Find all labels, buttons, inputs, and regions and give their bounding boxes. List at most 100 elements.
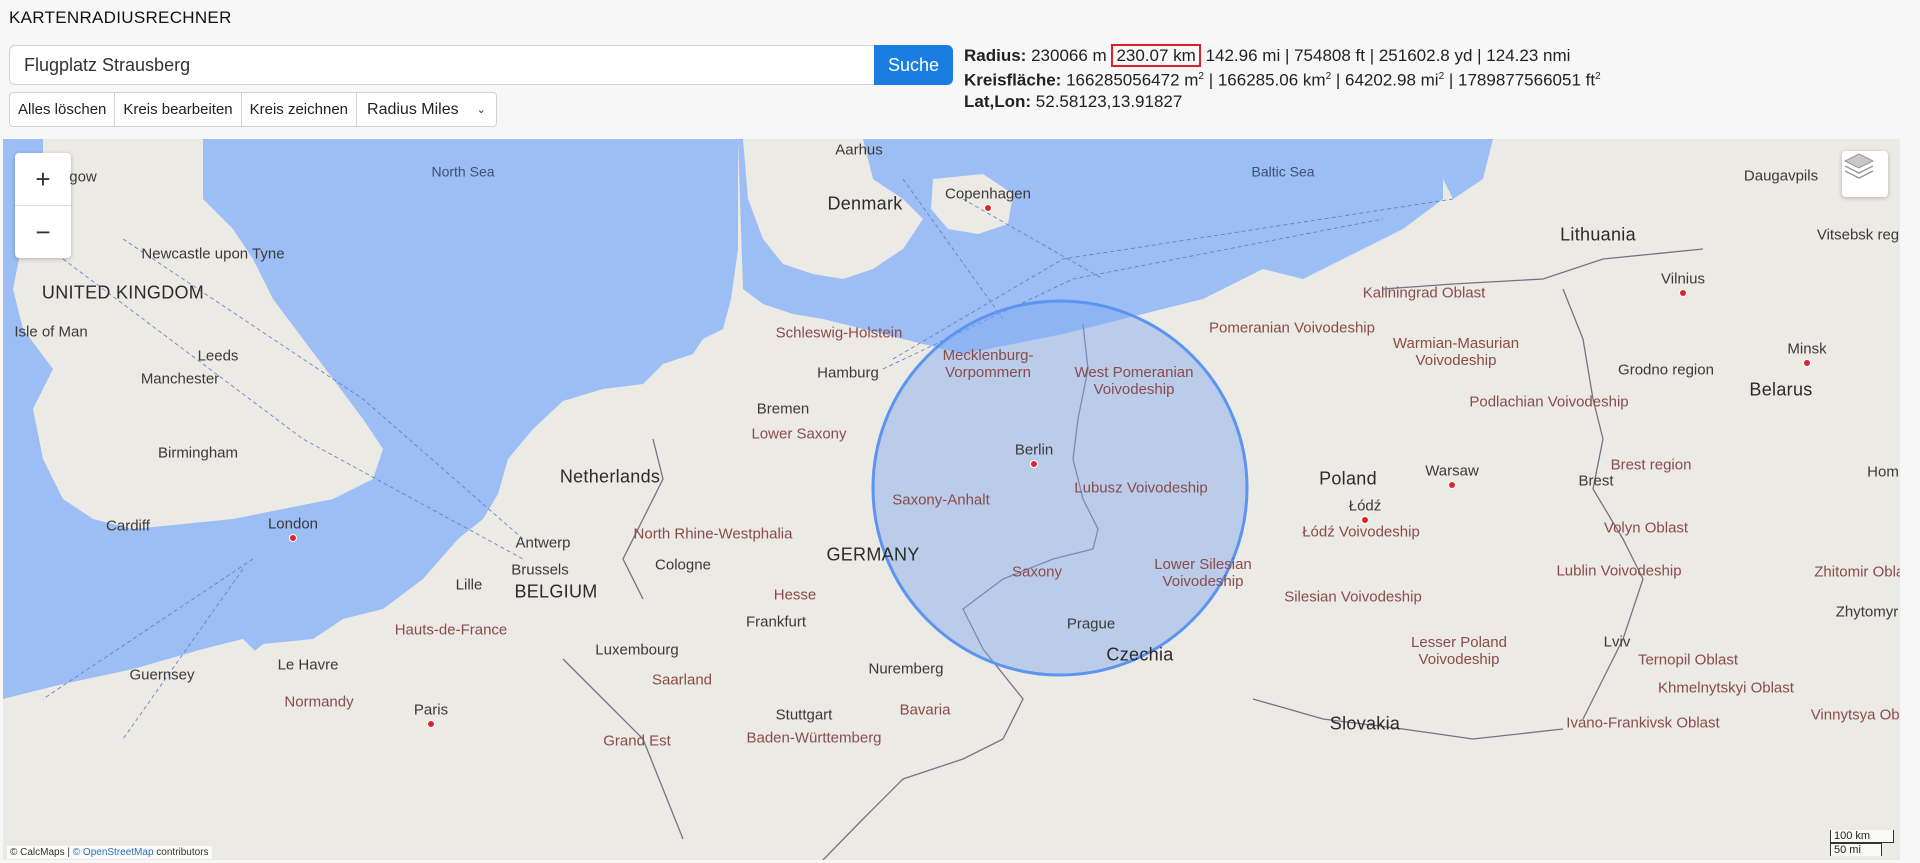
map-label-grand-est: Grand Est — [603, 732, 671, 750]
radius-meters: 230066 m — [1031, 46, 1107, 65]
map-label-daugavpils: Daugavpils — [1743, 167, 1819, 185]
map-label-brussels: Brussels — [511, 561, 569, 579]
map-label-hamburg: Hamburg — [817, 364, 879, 382]
city-marker-copenhagen — [984, 204, 992, 212]
zoom-in-button[interactable]: + — [15, 153, 71, 205]
city-marker-vilnius — [1679, 289, 1687, 297]
map-label-aarhus: Aarhus — [835, 141, 883, 159]
area-line: Kreisfläche: 166285056472 m 2 | 166285.06… — [964, 66, 1601, 91]
map-label-lubusz: Lubusz Voivodeship — [1074, 479, 1208, 497]
osm-link[interactable]: © OpenStreetMap — [73, 847, 154, 858]
toolbar: Alles löschen Kreis bearbeiten Kreis zei… — [9, 92, 497, 127]
map-label-uk: UNITED KINGDOM — [41, 282, 205, 303]
city-marker-minsk — [1803, 359, 1811, 367]
radius-other-units: 142.96 mi | 754808 ft | 251602.8 yd | 12… — [1205, 46, 1571, 65]
map-label-bavaria: Bavaria — [899, 701, 951, 719]
radius-unit-value: Radius Miles — [367, 100, 459, 118]
map-label-belarus: Belarus — [1749, 379, 1813, 400]
edit-circle-button[interactable]: Kreis bearbeiten — [114, 92, 242, 127]
layers-button[interactable] — [1842, 151, 1888, 197]
city-marker-warsaw — [1448, 481, 1456, 489]
map-label-lower-silesian: Lower Silesian Voivodeship — [1154, 556, 1252, 590]
draw-circle-button[interactable]: Kreis zeichnen — [240, 92, 358, 127]
map-label-baden: Baden-Württemberg — [746, 729, 882, 747]
map-label-antwerp: Antwerp — [515, 534, 571, 552]
map-label-manchester: Manchester — [140, 370, 220, 388]
map-label-vinnytsya: Vinnytsya Obla — [1810, 706, 1900, 724]
map-label-vilnius: Vilnius — [1661, 270, 1705, 288]
latlon-line: Lat,Lon: 52.58123,13.91827 — [964, 91, 1601, 112]
map-label-hauts: Hauts-de-France — [394, 621, 508, 639]
map-label-warsaw: Warsaw — [1425, 462, 1479, 480]
area-label: Kreisfläche: — [964, 70, 1062, 90]
map-label-denmark: Denmark — [827, 193, 903, 214]
latlon-value: 52.58123,13.91827 — [1035, 91, 1183, 111]
area-km2: | 166285.06 km — [1203, 70, 1326, 90]
map-label-isle-of-man: Isle of Man — [14, 323, 88, 341]
map-label-lesser-poland: Lesser Poland Voivodeship — [1411, 634, 1507, 668]
map-label-newcastle: Newcastle upon Tyne — [141, 245, 285, 263]
attribution: © CalcMaps | © OpenStreetMap contributor… — [7, 846, 212, 859]
map-label-cardiff: Cardiff — [106, 517, 150, 535]
area-m2: 166285056472 m — [1066, 70, 1199, 90]
radius-line: Radius: 230066 m 230.07 km 142.96 mi | 7… — [964, 44, 1601, 67]
map-label-zhytomyr: Zhytomyr — [1835, 603, 1899, 621]
clear-all-button[interactable]: Alles löschen — [9, 92, 116, 127]
map-label-podlachian: Podlachian Voivodeship — [1469, 393, 1629, 411]
map-label-lower-saxony: Lower Saxony — [751, 425, 847, 443]
map-label-ivano: Ivano-Frankivsk Oblast — [1566, 714, 1720, 732]
map-canvas[interactable]: + − North Sea Baltic Sea Denmark Aarhus Cope… — [3, 139, 1900, 860]
layers-icon — [1843, 153, 1875, 179]
search-button[interactable]: Suche — [874, 45, 953, 85]
map-label-le-havre: Le Havre — [277, 656, 339, 674]
map-label-normandy: Normandy — [284, 693, 354, 711]
area-mi2: | 64202.98 mi — [1331, 70, 1439, 90]
zoom-out-button[interactable]: − — [15, 205, 71, 258]
map-label-cologne: Cologne — [655, 556, 711, 574]
radius-label: Radius: — [964, 46, 1027, 65]
scale-bar: 100 km 50 mi — [1830, 830, 1894, 856]
map-label-slovakia: Slovakia — [1329, 713, 1401, 734]
map-label-brest: Brest — [1578, 472, 1614, 490]
city-marker-paris — [427, 720, 435, 728]
map-label-germany: GERMANY — [826, 544, 920, 565]
map-label-hesse: Hesse — [773, 586, 817, 604]
search-bar: Suche — [9, 45, 953, 85]
map-label-vitsebsk: Vitsebsk reg — [1816, 226, 1900, 244]
map-label-lodz: Łódź — [1348, 497, 1382, 515]
map-label-poland: Poland — [1319, 468, 1377, 489]
map-label-schleswig: Schleswig-Holstein — [775, 324, 903, 342]
map-label-lviv: Lviv — [1603, 633, 1631, 651]
map-label-bremen: Bremen — [756, 400, 810, 418]
map-label-luxembourg: Luxembourg — [595, 641, 679, 659]
radius-km-highlight: 230.07 km — [1111, 44, 1201, 67]
radius-unit-select[interactable]: Radius Miles ⌄ — [356, 92, 497, 127]
map-label-belgium: BELGIUM — [514, 581, 598, 602]
map-label-london: London — [267, 515, 319, 533]
map-label-khmelnytskyi: Khmelnytskyi Oblast — [1658, 679, 1794, 697]
map-label-guernsey: Guernsey — [129, 666, 195, 684]
map-label-stuttgart: Stuttgart — [775, 706, 833, 724]
map-label-zhitomir: Zhitomir Oblas — [1814, 563, 1900, 581]
app-title: KARTENRADIUSRECHNER — [9, 8, 232, 27]
map-label-paris: Paris — [413, 701, 449, 719]
map-label-prague: Prague — [1066, 615, 1116, 633]
map-label-saxony: Saxony — [1011, 563, 1063, 581]
map-label-lille: Lille — [455, 576, 483, 594]
scale-km: 100 km — [1830, 830, 1894, 843]
map-label-pomeranian: Pomeranian Voivodeship — [1209, 319, 1375, 337]
map-label-frankfurt: Frankfurt — [745, 613, 807, 631]
map-label-minsk: Minsk — [1787, 340, 1827, 358]
map-label-lublin: Lublin Voivodeship — [1556, 562, 1682, 580]
map-label-hom: Hom — [1867, 463, 1899, 481]
search-input[interactable] — [9, 45, 874, 85]
map-label-leeds: Leeds — [197, 347, 239, 365]
map-label-brest-region: Brest region — [1610, 456, 1692, 474]
map-label-kaliningrad: Kaliningrad Oblast — [1362, 284, 1486, 302]
map-label-baltic-sea: Baltic Sea — [1251, 163, 1315, 180]
map-label-nuremberg: Nuremberg — [868, 660, 944, 678]
latlon-label: Lat,Lon: — [964, 91, 1032, 111]
map-label-czechia: Czechia — [1106, 644, 1174, 665]
results-panel: Radius: 230066 m 230.07 km 142.96 mi | 7… — [964, 44, 1601, 112]
map-label-volyn: Volyn Oblast — [1603, 519, 1689, 537]
